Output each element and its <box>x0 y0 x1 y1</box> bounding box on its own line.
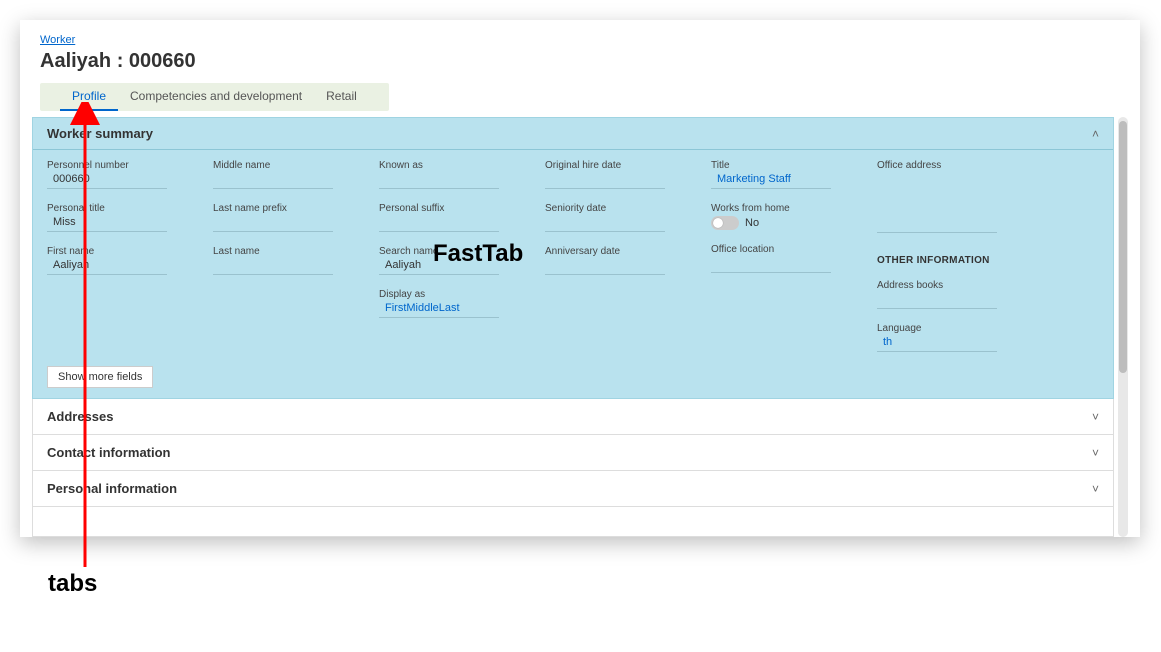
annotation-tabs-label: tabs <box>48 570 97 598</box>
value-middle-name[interactable] <box>213 173 333 189</box>
label-last-name-prefix: Last name prefix <box>213 203 377 214</box>
worker-page: Worker Aaliyah : 000660 Profile Competen… <box>20 20 1140 537</box>
label-works-from-home: Works from home <box>711 203 875 214</box>
tab-profile[interactable]: Profile <box>60 83 118 111</box>
fasttab-body: FastTab Personnel number 000660 Personal… <box>33 150 1113 358</box>
value-personal-title[interactable]: Miss <box>47 216 167 232</box>
fasttab-more-title <box>47 517 51 532</box>
label-language: Language <box>877 323 1067 334</box>
tab-retail[interactable]: Retail <box>314 83 369 111</box>
value-first-name[interactable]: Aaliyah <box>47 259 167 275</box>
value-known-as[interactable] <box>379 173 499 189</box>
value-seniority-date[interactable] <box>545 216 665 232</box>
label-personnel-number: Personnel number <box>47 160 211 171</box>
toggle-works-from-home[interactable] <box>711 216 739 230</box>
label-office-location: Office location <box>711 244 875 255</box>
label-office-address: Office address <box>877 160 1067 171</box>
col-5: Title Marketing Staff Works from home No <box>711 160 875 352</box>
scrollbar-thumb[interactable] <box>1119 121 1127 373</box>
tabs-row: Profile Competencies and development Ret… <box>40 83 389 111</box>
label-display-as: Display as <box>379 289 543 300</box>
value-personal-suffix[interactable] <box>379 216 499 232</box>
fasttab-title: Worker summary <box>47 126 153 141</box>
section-other-information: OTHER INFORMATION <box>877 255 1067 266</box>
chevron-up-icon: ˄ <box>1092 127 1099 141</box>
fasttab-contact-title: Contact information <box>47 445 171 460</box>
scrollbar[interactable] <box>1118 117 1128 537</box>
value-display-as[interactable]: FirstMiddleLast <box>379 302 499 318</box>
label-search-name: Search name <box>379 246 543 257</box>
col-3: Known as Personal suffix Search name Aal… <box>379 160 543 352</box>
chevron-down-icon: ˅ <box>1092 482 1099 496</box>
value-office-location[interactable] <box>711 257 831 273</box>
label-first-name: First name <box>47 246 211 257</box>
label-title: Title <box>711 160 875 171</box>
fasttab-personal-information[interactable]: Personal information ˅ <box>32 471 1114 507</box>
value-last-name-prefix[interactable] <box>213 216 333 232</box>
value-office-address[interactable] <box>877 173 997 233</box>
value-title[interactable]: Marketing Staff <box>711 173 831 189</box>
col-2: Middle name Last name prefix Last name <box>213 160 377 352</box>
label-address-books: Address books <box>877 280 1067 291</box>
tab-competencies[interactable]: Competencies and development <box>118 83 314 111</box>
label-personal-title: Personal title <box>47 203 211 214</box>
label-seniority-date: Seniority date <box>545 203 709 214</box>
col-6: Office address OTHER INFORMATION Address… <box>877 160 1067 352</box>
fasttab-contact-information[interactable]: Contact information ˅ <box>32 435 1114 471</box>
label-middle-name: Middle name <box>213 160 377 171</box>
fasttab-header[interactable]: Worker summary ˄ <box>33 118 1113 150</box>
value-language[interactable]: th <box>877 336 997 352</box>
label-last-name: Last name <box>213 246 377 257</box>
value-last-name[interactable] <box>213 259 333 275</box>
value-search-name[interactable]: Aaliyah <box>379 259 499 275</box>
label-known-as: Known as <box>379 160 543 171</box>
breadcrumb-worker[interactable]: Worker <box>20 34 95 46</box>
fasttab-addresses-title: Addresses <box>47 409 113 424</box>
page-title: Aaliyah : 000660 <box>20 48 1140 83</box>
toggle-knob <box>713 218 723 228</box>
value-personnel-number[interactable]: 000660 <box>47 173 167 189</box>
chevron-down-icon: ˅ <box>1092 446 1099 460</box>
value-anniversary-date[interactable] <box>545 259 665 275</box>
col-1: Personnel number 000660 Personal title M… <box>47 160 211 352</box>
label-original-hire-date: Original hire date <box>545 160 709 171</box>
fasttab-personal-title: Personal information <box>47 481 177 496</box>
label-anniversary-date: Anniversary date <box>545 246 709 257</box>
label-personal-suffix: Personal suffix <box>379 203 543 214</box>
show-more-fields-button[interactable]: Show more fields <box>47 366 153 388</box>
fasttab-more[interactable] <box>32 507 1114 537</box>
col-4: Original hire date Seniority date Annive… <box>545 160 709 352</box>
value-original-hire-date[interactable] <box>545 173 665 189</box>
fasttab-worker-summary: Worker summary ˄ FastTab Personnel numbe… <box>32 117 1114 399</box>
toggle-works-from-home-text: No <box>745 217 759 229</box>
fasttab-addresses[interactable]: Addresses ˅ <box>32 399 1114 435</box>
value-address-books[interactable] <box>877 293 997 309</box>
chevron-down-icon: ˅ <box>1092 410 1099 424</box>
